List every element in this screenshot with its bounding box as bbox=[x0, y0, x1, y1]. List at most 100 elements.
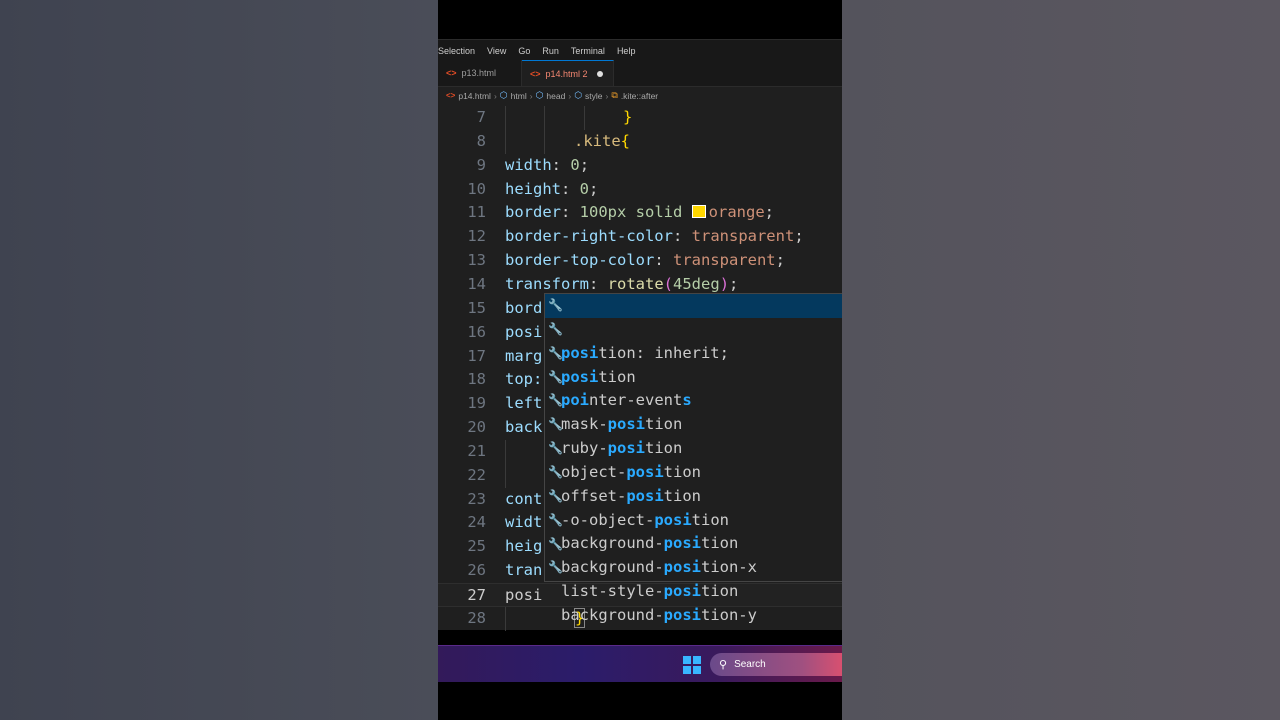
colon: : bbox=[654, 251, 673, 270]
suggestion-item[interactable]: 🔧 object-position bbox=[545, 413, 842, 481]
suggestion-item[interactable]: 🔧 offset-position bbox=[545, 437, 842, 505]
tab-p13-html[interactable]: <> p13.html bbox=[438, 60, 522, 86]
line-number: 22 bbox=[467, 465, 486, 484]
indent-guide bbox=[505, 606, 506, 631]
suggestion-item[interactable]: 🔧 -o-object-position bbox=[545, 461, 842, 529]
wrench-icon: 🔧 bbox=[548, 560, 563, 575]
indent-guide bbox=[544, 106, 545, 130]
line-number: 16 bbox=[467, 322, 486, 341]
line-number: 18 bbox=[467, 370, 486, 389]
windows-start-icon[interactable] bbox=[683, 656, 701, 674]
code-line[interactable]: 7 } bbox=[438, 106, 842, 130]
menu-help[interactable]: Help bbox=[617, 46, 636, 56]
wrench-icon: 🔧 bbox=[548, 464, 563, 479]
css-function: rotate bbox=[607, 274, 664, 293]
paren: ) bbox=[719, 274, 730, 293]
suggestion-item[interactable]: 🔧 position bbox=[545, 318, 842, 386]
line-number: 26 bbox=[467, 561, 486, 580]
breadcrumb-item[interactable]: .kite::after bbox=[621, 91, 658, 101]
cube-icon: ⬡ bbox=[535, 90, 544, 100]
partial-code: top: bbox=[505, 370, 543, 389]
partial-code: cont bbox=[505, 489, 543, 508]
line-number: 19 bbox=[467, 394, 486, 413]
search-icon: ⚲ bbox=[719, 659, 728, 671]
wrench-icon: 🔧 bbox=[548, 512, 563, 527]
line-number: 14 bbox=[467, 274, 486, 293]
css-number: 100px bbox=[579, 203, 627, 222]
selector-icon: ⧉ bbox=[611, 90, 618, 100]
code-line[interactable]: 13 border-top-color: transparent; bbox=[438, 249, 842, 273]
chevron-right-icon: › bbox=[605, 90, 609, 101]
suggestion-item[interactable]: 🔧 background-position-y bbox=[545, 556, 842, 624]
cube-icon: ⬡ bbox=[574, 90, 583, 100]
colon: : bbox=[672, 227, 692, 246]
line-number: 25 bbox=[467, 537, 486, 556]
breadcrumb-item[interactable]: head bbox=[546, 91, 565, 101]
menu-go[interactable]: Go bbox=[518, 46, 530, 56]
line-number: 8 bbox=[476, 131, 486, 150]
breadcrumb-item[interactable]: html bbox=[511, 91, 527, 101]
suggestion-item[interactable]: 🔧 background-position bbox=[545, 485, 842, 553]
partial-code: heig bbox=[505, 537, 543, 556]
indent-guide bbox=[505, 129, 506, 154]
menu-selection[interactable]: Selection bbox=[438, 46, 475, 56]
partial-code: marg bbox=[505, 346, 543, 365]
suggestion-item[interactable]: 🔧 ruby-position bbox=[545, 389, 842, 457]
menu-run[interactable]: Run bbox=[542, 46, 559, 56]
indent-guide bbox=[505, 439, 506, 464]
suggestion-item[interactable]: 🔧 position: inherit; bbox=[545, 294, 842, 362]
colon: : bbox=[589, 274, 608, 293]
unsaved-dot-icon[interactable] bbox=[596, 70, 603, 77]
breadcrumb-item[interactable]: style bbox=[585, 91, 602, 101]
line-number: 13 bbox=[467, 251, 486, 270]
typed-code: posi bbox=[505, 586, 543, 604]
code-editor[interactable]: 7 } 8 .kite{ 9 width: 0; 10 height: 0; 1… bbox=[438, 104, 842, 631]
taskbar-search[interactable]: ⚲ Search bbox=[710, 653, 842, 676]
code-line[interactable]: 12 border-right-color: transparent; bbox=[438, 225, 842, 249]
tab-label: p14.html 2 bbox=[545, 68, 588, 79]
code-line[interactable]: 11 border: 100px solid orange; bbox=[438, 201, 842, 225]
wrench-icon: 🔧 bbox=[548, 369, 563, 384]
semicolon: ; bbox=[794, 227, 804, 246]
wrench-icon: 🔧 bbox=[548, 393, 563, 408]
line-number: 12 bbox=[467, 227, 486, 246]
cube-icon: ⬡ bbox=[499, 90, 508, 100]
code-line[interactable]: 9 width: 0; bbox=[438, 154, 842, 178]
taskbar: ⚲ Search bbox=[438, 645, 842, 682]
breadcrumb-item[interactable]: p14.html bbox=[458, 91, 491, 101]
line-number: 23 bbox=[467, 489, 486, 508]
indent-guide bbox=[505, 106, 506, 130]
html-file-icon: <> bbox=[446, 68, 457, 78]
colon: : bbox=[561, 203, 580, 222]
suggestion-item[interactable]: 🔧 pointer-events bbox=[545, 342, 842, 410]
line-number: 7 bbox=[476, 108, 486, 126]
line-number: 9 bbox=[476, 155, 486, 174]
line-number: 15 bbox=[467, 298, 486, 317]
color-swatch-icon[interactable] bbox=[691, 205, 706, 219]
chevron-right-icon: › bbox=[529, 90, 533, 101]
css-property: height bbox=[505, 179, 561, 198]
autocomplete-suggestions[interactable]: 🔧 position: inherit; 🔧 position 🔧 pointe… bbox=[544, 293, 842, 624]
brace: { bbox=[620, 131, 631, 150]
tab-label: p13.html bbox=[461, 68, 497, 78]
css-property: transform bbox=[505, 274, 589, 293]
paren: ( bbox=[663, 274, 674, 293]
css-property: width bbox=[505, 155, 552, 174]
css-value: transparent bbox=[672, 251, 776, 270]
code-line[interactable]: 10 height: 0; bbox=[438, 178, 842, 202]
css-property: border-top-color bbox=[505, 251, 655, 270]
suggestion-item[interactable]: 🔧 list-style-position bbox=[545, 533, 842, 601]
menu-view[interactable]: View bbox=[487, 46, 506, 56]
html-file-icon: <> bbox=[446, 91, 456, 100]
editor-tab-bar: <> p13.html <> p14.html 2 bbox=[438, 60, 842, 87]
line-number: 27 bbox=[467, 586, 486, 604]
suggestion-item[interactable]: 🔧 background-position-x bbox=[545, 509, 842, 577]
code-line[interactable]: 8 .kite{ bbox=[438, 129, 842, 154]
semicolon: ; bbox=[589, 179, 599, 198]
suggestion-item[interactable]: 🔧 mask-position bbox=[545, 366, 842, 434]
semicolon: ; bbox=[764, 203, 775, 222]
css-value: transparent bbox=[691, 227, 795, 246]
menu-terminal[interactable]: Terminal bbox=[571, 46, 605, 56]
tab-p14-html[interactable]: <> p14.html 2 bbox=[522, 60, 614, 86]
chevron-right-icon: › bbox=[568, 90, 572, 101]
